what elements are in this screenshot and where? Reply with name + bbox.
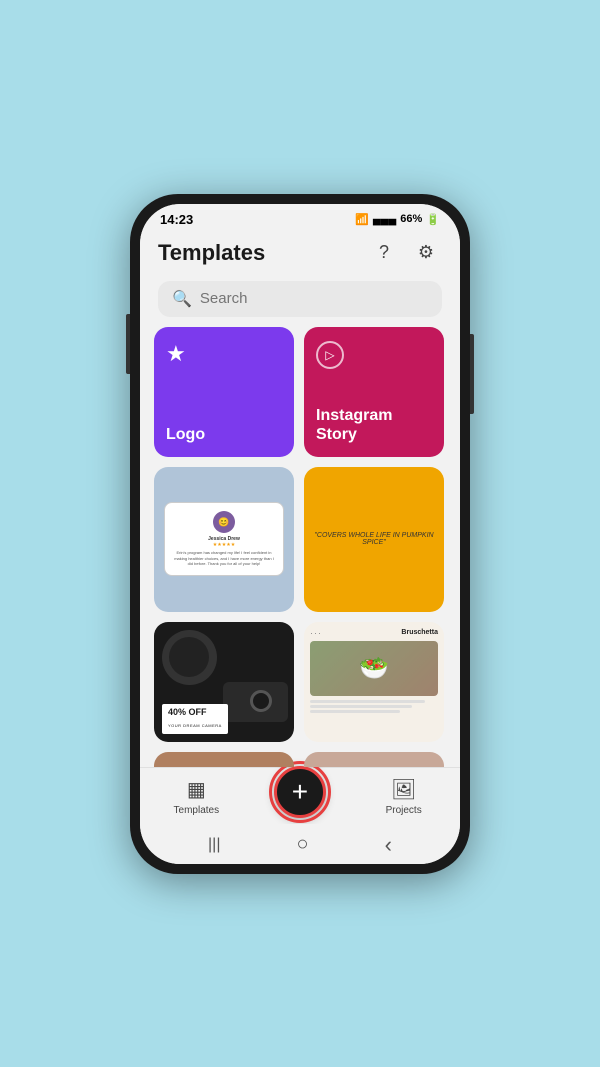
template-row-1: ★ Logo ▷ Instagram Story f FaPo [154, 327, 446, 457]
search-bar: 🔍 [140, 277, 460, 327]
template-card-elegant2[interactable]: — — — [304, 752, 444, 767]
recipe-title: Bruschetta [401, 629, 438, 636]
template-card-camera[interactable]: 40% OFFYOUR DREAM CAMERA [154, 622, 294, 742]
system-nav: ||| ○ ‹ [140, 824, 460, 864]
status-bar: 14:23 📶 ▄▄▄ 66% 🔋 [140, 204, 460, 231]
recipe-dots: ··· [310, 628, 322, 638]
templates-nav-label: Templates [174, 805, 220, 816]
app-header: Templates ? ⚙ [140, 231, 460, 277]
nav-item-templates[interactable]: ▦ Templates [161, 777, 231, 816]
template-card-yellow[interactable]: "COVERS WHOLE LIFE IN PUMPKIN SPICE" [304, 467, 444, 612]
home-button[interactable]: ○ [297, 833, 309, 856]
camera-lens [250, 690, 272, 712]
instagram-label: Instagram Story [316, 406, 432, 444]
header-icons: ? ⚙ [368, 237, 442, 269]
recipe-image: 🥗 [310, 641, 438, 696]
template-grid: ★ Logo ▷ Instagram Story f FaPo 😊 [140, 327, 460, 767]
template-row-3: 40% OFFYOUR DREAM CAMERA ··· Bruschetta … [154, 622, 446, 742]
template-card-testimonial[interactable]: 😊 Jessica Drew ★★★★★ Erin's program has … [154, 467, 294, 612]
battery-icon: 🔋 [426, 213, 440, 226]
testimonial-avatar: 😊 [213, 511, 235, 533]
template-row-4: ELEGANT — — — [154, 752, 446, 767]
app-title: Templates [158, 240, 265, 266]
camera-decoration-2 [169, 637, 209, 677]
template-row-2: 😊 Jessica Drew ★★★★★ Erin's program has … [154, 467, 446, 612]
yellow-quote-text: "COVERS WHOLE LIFE IN PUMPKIN SPICE" [304, 522, 444, 556]
instagram-icon: ▷ [316, 341, 344, 369]
help-button[interactable]: ? [368, 237, 400, 269]
testimonial-stars: ★★★★★ [173, 542, 275, 548]
testimonial-inner: 😊 Jessica Drew ★★★★★ Erin's program has … [164, 502, 284, 576]
projects-icon: 🖼 [391, 777, 416, 802]
add-fab-button[interactable]: + [274, 766, 326, 818]
template-card-recipe[interactable]: ··· Bruschetta 🥗 [304, 622, 444, 742]
search-input-wrap: 🔍 [158, 281, 442, 317]
phone-screen: 14:23 📶 ▄▄▄ 66% 🔋 Templates ? ⚙ 🔍 [140, 204, 460, 864]
status-time: 14:23 [160, 212, 193, 227]
search-input[interactable] [200, 290, 428, 307]
logo-icon: ★ [166, 341, 282, 367]
status-icons: 📶 ▄▄▄ 66% 🔋 [355, 213, 440, 226]
wifi-icon: 📶 [355, 213, 369, 226]
templates-icon: ▦ [187, 777, 206, 802]
testimonial-text: Erin's program has changed my life! I fe… [173, 550, 275, 567]
signal-icon: ▄▄▄ [373, 213, 396, 225]
back-button[interactable]: ‹ [385, 832, 392, 858]
volume-button [126, 314, 130, 374]
projects-nav-label: Projects [386, 805, 422, 816]
battery-text: 66% [400, 213, 422, 225]
power-button [470, 334, 474, 414]
search-icon: 🔍 [172, 289, 192, 309]
settings-button[interactable]: ⚙ [410, 237, 442, 269]
template-card-instagram[interactable]: ▷ Instagram Story [304, 327, 444, 457]
phone-frame: 14:23 📶 ▄▄▄ 66% 🔋 Templates ? ⚙ 🔍 [130, 194, 470, 874]
recipe-lines [310, 700, 438, 713]
add-icon: + [292, 778, 308, 806]
nav-item-projects[interactable]: 🖼 Projects [369, 777, 439, 816]
recent-apps-button[interactable]: ||| [208, 836, 220, 854]
template-card-logo[interactable]: ★ Logo [154, 327, 294, 457]
template-card-elegant[interactable]: ELEGANT [154, 752, 294, 767]
logo-label: Logo [166, 425, 282, 444]
discount-label: 40% OFFYOUR DREAM CAMERA [162, 704, 228, 733]
bottom-nav: ▦ Templates + 🖼 Projects [140, 767, 460, 824]
